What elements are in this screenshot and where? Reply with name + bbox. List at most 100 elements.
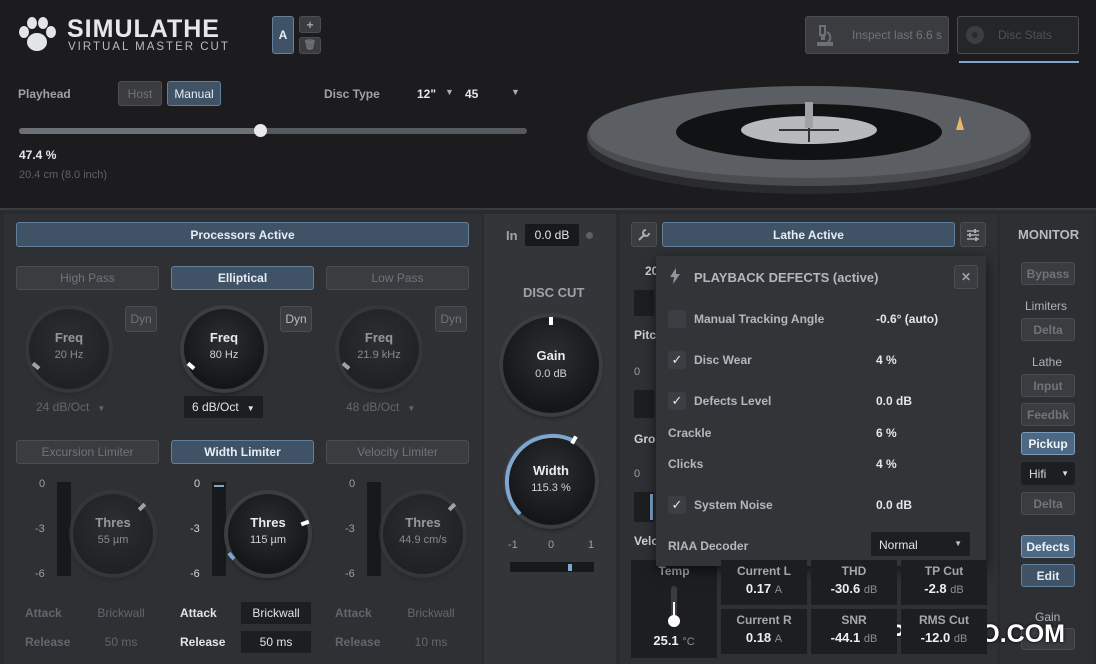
add-preset-button[interactable]: + <box>299 16 321 33</box>
attack-select-2[interactable]: Brickwall <box>396 602 466 624</box>
defect-value: 4 % <box>876 353 897 367</box>
filter-tab-0[interactable]: High Pass <box>16 266 159 290</box>
stat-value: 0.18 A <box>745 630 783 645</box>
slope-select-1[interactable]: 6 dB/Oct ▼ <box>184 396 263 418</box>
chevron-down-icon: ▼ <box>511 87 520 97</box>
host-button[interactable]: Host <box>118 81 162 106</box>
dyn-button-0[interactable]: Dyn <box>125 306 157 332</box>
disc-speed-select[interactable]: 45 <box>465 87 478 101</box>
stat-label: Current R <box>736 613 792 627</box>
in-label: In <box>506 228 518 243</box>
freq-knob-0[interactable]: Freq 20 Hz <box>25 305 113 393</box>
slope-select-0[interactable]: 24 dB/Oct ▼ <box>28 396 113 418</box>
balance-tick-left: -1 <box>508 539 518 551</box>
chevron-down-icon: ▼ <box>97 404 106 413</box>
release-label-2: Release <box>335 635 381 649</box>
inspect-button[interactable]: Inspect last 6.6 s <box>805 16 949 54</box>
stat-cell: RMS Cut -12.0 dB <box>901 609 987 654</box>
riaa-label: RIAA Decoder <box>668 539 749 553</box>
input-button[interactable]: Input <box>1021 374 1075 397</box>
stat-cell: TP Cut -2.8 dB <box>901 560 987 605</box>
thres-knob-0[interactable]: Thres 55 µm <box>69 490 157 578</box>
pickup-delta-button[interactable]: Delta <box>1021 492 1075 515</box>
preset-slot-button[interactable]: A <box>272 16 294 54</box>
checkbox[interactable]: ✓ <box>668 392 686 410</box>
lathe-label-pitch: Pitc <box>634 328 657 342</box>
width-knob[interactable]: Width 115.3 % <box>503 433 599 529</box>
lathe-label: Lathe <box>1032 355 1063 369</box>
playhead-percent: 47.4 % <box>19 148 57 162</box>
dyn-button-2[interactable]: Dyn <box>435 306 467 332</box>
filter-tab-1[interactable]: Elliptical <box>171 266 314 290</box>
playback-defects-popup: PLAYBACK DEFECTS (active) ✕ RIAA Decoder… <box>656 256 986 566</box>
stat-cell: THD -30.6 dB <box>811 560 897 605</box>
meter-tick: -6 <box>190 568 200 580</box>
attack-select-0[interactable]: Brickwall <box>86 602 156 624</box>
stat-unit: A <box>774 584 783 596</box>
defect-label: Manual Tracking Angle <box>694 312 825 326</box>
stat-label: THD <box>841 564 867 578</box>
meter-tick: 0 <box>349 478 356 490</box>
balance-tick-right: 1 <box>588 539 595 551</box>
processors-active-button[interactable]: Processors Active <box>16 222 469 247</box>
manual-button[interactable]: Manual <box>167 81 221 106</box>
riaa-select[interactable]: Normal ▼ <box>871 532 970 556</box>
playhead-thumb[interactable] <box>253 124 267 137</box>
bypass-button[interactable]: Bypass <box>1021 262 1075 285</box>
release-field-1[interactable]: 50 ms <box>241 631 311 653</box>
dyn-button-1[interactable]: Dyn <box>280 306 312 332</box>
limiter-tab-0[interactable]: Excursion Limiter <box>16 440 159 464</box>
delete-preset-icon[interactable]: 🗑 <box>299 37 321 54</box>
playhead-fill <box>19 128 260 134</box>
top-area: SIMULATHE VIRTUAL MASTER CUT A + 🗑 Inspe… <box>0 0 1096 208</box>
pickup-button[interactable]: Pickup <box>1021 432 1075 455</box>
thres-knob-2[interactable]: Thres 44.9 cm/s <box>379 490 467 578</box>
checkbox[interactable] <box>668 310 686 328</box>
meter-tick: 0 <box>194 478 201 490</box>
meter-tick: -6 <box>345 568 355 580</box>
checkbox[interactable]: ✓ <box>668 351 686 369</box>
stat-unit: dB <box>863 633 878 645</box>
meter-tick: -3 <box>35 523 45 535</box>
meter-tick: -3 <box>190 523 200 535</box>
freq-knob-1[interactable]: Freq 80 Hz <box>180 305 268 393</box>
defect-label: Disc Wear <box>694 353 752 367</box>
settings-sliders-icon[interactable] <box>960 222 986 247</box>
limiters-delta-button[interactable]: Delta <box>1021 318 1075 341</box>
disc-stats-tab[interactable]: Disc Stats <box>957 16 1079 54</box>
app-title: SIMULATHE <box>67 15 220 43</box>
thres-knob-1[interactable]: Thres 115 µm <box>224 490 312 578</box>
limiters-label: Limiters <box>1025 299 1068 313</box>
limiter-tab-2[interactable]: Velocity Limiter <box>326 440 469 464</box>
lathe-active-button[interactable]: Lathe Active <box>662 222 955 247</box>
playhead-slider[interactable] <box>19 124 527 137</box>
gain-knob[interactable]: Gain 0.0 dB <box>499 313 603 417</box>
slope-select-2[interactable]: 48 dB/Oct ▼ <box>338 396 423 418</box>
chevron-down-icon: ▼ <box>445 87 454 97</box>
stat-unit: dB <box>950 584 964 596</box>
stat-label: SNR <box>841 613 867 627</box>
release-field-0[interactable]: 50 ms <box>86 631 156 653</box>
lathe-field <box>634 492 654 522</box>
stat-value: -2.8 dB <box>924 581 964 596</box>
wrench-icon[interactable] <box>631 222 657 247</box>
defects-button[interactable]: Defects <box>1021 535 1075 558</box>
disc-size-select[interactable]: 12" <box>417 87 436 101</box>
attack-select-1[interactable]: Brickwall <box>241 602 311 624</box>
feedbk-button[interactable]: Feedbk <box>1021 403 1075 426</box>
tab-underline <box>959 61 1079 63</box>
checkbox[interactable]: ✓ <box>668 496 686 514</box>
edit-button[interactable]: Edit <box>1021 564 1075 587</box>
hifi-select[interactable]: Hifi ▼ <box>1021 462 1075 485</box>
stat-cell: Current L 0.17 A <box>721 560 807 605</box>
chevron-down-icon: ▼ <box>954 539 962 548</box>
release-field-2[interactable]: 10 ms <box>396 631 466 653</box>
attack-label-1: Attack <box>180 606 217 620</box>
lathe-tick: 0 <box>634 468 641 480</box>
filter-tab-2[interactable]: Low Pass <box>326 266 469 290</box>
lathe-label-groove: Gro <box>634 432 656 446</box>
limiter-tab-1[interactable]: Width Limiter <box>171 440 314 464</box>
freq-knob-2[interactable]: Freq 21.9 kHz <box>335 305 423 393</box>
defect-label: Crackle <box>668 426 712 440</box>
close-icon[interactable]: ✕ <box>954 265 978 289</box>
